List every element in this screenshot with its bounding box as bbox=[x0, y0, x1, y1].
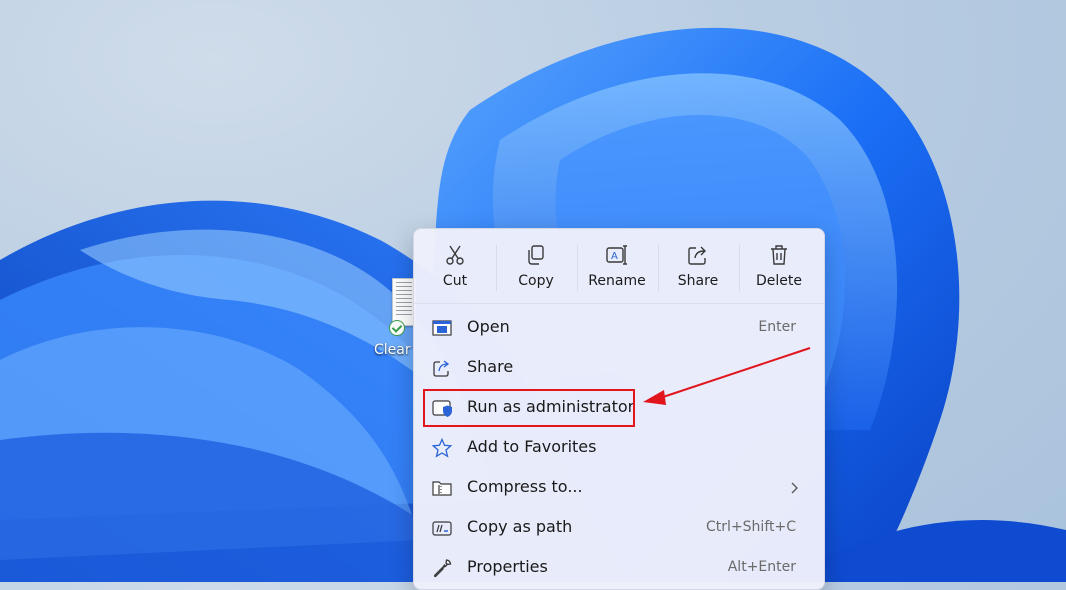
share-icon bbox=[688, 246, 706, 265]
trash-icon bbox=[771, 245, 787, 265]
delete-label: Delete bbox=[756, 273, 802, 289]
menu-item-label: Compress to... bbox=[467, 477, 583, 496]
menu-item-label: Add to Favorites bbox=[467, 437, 597, 456]
wrench-icon bbox=[433, 559, 452, 578]
share-button[interactable]: Share bbox=[658, 239, 738, 297]
menu-item-copy-as-path[interactable]: Copy as path Ctrl+Shift+C bbox=[422, 509, 816, 547]
svg-text:A: A bbox=[611, 251, 618, 262]
menu-item-label: Copy as path bbox=[467, 517, 573, 536]
rename-icon: A bbox=[606, 245, 627, 265]
zip-folder-icon bbox=[432, 481, 452, 496]
copy-button[interactable]: Copy bbox=[496, 239, 576, 297]
star-icon bbox=[432, 438, 452, 458]
annotation-highlight-box bbox=[423, 389, 635, 427]
menu-item-label: Properties bbox=[467, 557, 548, 576]
share-icon bbox=[433, 360, 450, 377]
desktop-file-label: Clear bbox=[374, 342, 411, 358]
menu-item-share[interactable]: Share bbox=[422, 349, 816, 387]
open-window-icon bbox=[432, 320, 452, 336]
share-label: Share bbox=[677, 273, 719, 289]
menu-item-shortcut: Ctrl+Shift+C bbox=[706, 519, 796, 535]
scissors-icon bbox=[446, 245, 464, 265]
copy-icon bbox=[528, 245, 544, 265]
rename-button[interactable]: A Rename bbox=[577, 239, 657, 297]
chevron-right-icon bbox=[791, 482, 798, 494]
menu-item-compress-to[interactable]: Compress to... bbox=[422, 469, 816, 507]
delete-button[interactable]: Delete bbox=[739, 239, 819, 297]
menu-item-add-to-favorites[interactable]: Add to Favorites bbox=[422, 429, 816, 467]
sync-check-icon bbox=[389, 320, 405, 336]
copy-label: Copy bbox=[518, 273, 554, 289]
cut-button[interactable]: Cut bbox=[415, 239, 495, 297]
menu-item-properties[interactable]: Properties Alt+Enter bbox=[422, 549, 816, 587]
menu-item-shortcut: Enter bbox=[758, 319, 796, 335]
menu-item-label: Open bbox=[467, 317, 510, 336]
cut-label: Cut bbox=[442, 273, 468, 289]
menu-item-label: Share bbox=[467, 357, 514, 376]
menu-item-shortcut: Alt+Enter bbox=[727, 559, 796, 575]
context-menu-toolbar: Cut Copy A Rename Share Delete bbox=[414, 229, 824, 304]
rename-label: Rename bbox=[588, 273, 646, 289]
menu-item-open[interactable]: Open Enter bbox=[422, 309, 816, 347]
path-icon bbox=[432, 521, 452, 536]
